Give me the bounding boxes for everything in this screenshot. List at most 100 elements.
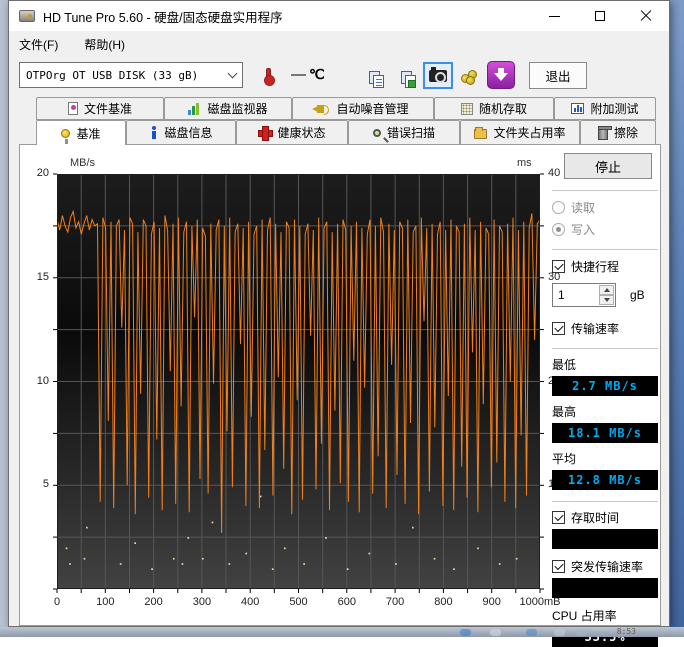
exit-button[interactable]: 退出 (529, 62, 587, 89)
minimize-button[interactable] (531, 1, 577, 31)
short-stroke-unit: gB (630, 288, 645, 302)
taskbar: 8:53 (0, 627, 684, 637)
copy-image-button[interactable] (391, 62, 421, 89)
tab-disk-info[interactable]: 磁盘信息 (126, 120, 236, 144)
average-display: 12.8 MB/s (552, 470, 658, 490)
maximum-label: 最高 (552, 403, 658, 420)
tab-label: 磁盘信息 (164, 124, 212, 141)
random-access-icon (461, 103, 473, 115)
transfer-rate-label: 传输速率 (571, 320, 619, 337)
menu-file[interactable]: 文件(F) (19, 36, 58, 53)
extra-tests-icon (571, 103, 584, 114)
tab-disk-monitor[interactable]: 磁盘监视器 (164, 97, 292, 120)
x-tick: 400 (225, 596, 275, 608)
tab-label: 错误扫描 (387, 124, 435, 141)
x-tick: 0 (32, 596, 82, 608)
spinner-up-button[interactable] (599, 285, 614, 295)
separator (552, 190, 658, 191)
red-cross-icon (258, 126, 271, 139)
burst-rate-checkbox[interactable] (552, 560, 565, 573)
spinner-down-button[interactable] (599, 295, 614, 305)
tab-label: 文件夹占用率 (493, 124, 565, 141)
write-radio-label: 写入 (571, 221, 595, 238)
write-radio[interactable] (552, 223, 565, 236)
separator (552, 348, 658, 349)
tab-file-benchmark[interactable]: 文件基准 (36, 97, 164, 120)
minimum-display: 2.7 MB/s (552, 376, 658, 396)
tab-error-scan[interactable]: 错误扫描 (348, 120, 460, 144)
close-button[interactable] (623, 1, 669, 31)
info-icon (149, 126, 158, 139)
speaker-icon (317, 105, 324, 113)
tab-label: 文件基准 (84, 100, 132, 117)
tab-random-access[interactable]: 随机存取 (434, 97, 554, 120)
maximize-button[interactable] (577, 1, 623, 31)
tab-erase[interactable]: 擦除 (580, 120, 656, 144)
x-tick: 600 (322, 596, 372, 608)
separator (552, 501, 658, 502)
app-window: HD Tune Pro 5.60 - 硬盘/固态硬盘实用程序 文件(F) 帮助(… (8, 0, 670, 627)
read-radio-label: 读取 (571, 199, 595, 216)
x-tick: 200 (129, 596, 179, 608)
x-tick: 100 (80, 596, 130, 608)
screenshot-button[interactable] (423, 62, 453, 89)
donate-coins-icon (461, 68, 479, 84)
taskbar-icon[interactable] (526, 629, 537, 636)
tab-benchmark[interactable]: 基准 (36, 120, 126, 145)
tab-label: 基准 (76, 125, 100, 142)
taskbar-icon[interactable] (576, 629, 587, 636)
average-label: 平均 (552, 450, 658, 467)
tab-label: 自动噪音管理 (336, 100, 408, 117)
temperature-button[interactable] (255, 62, 281, 88)
short-stroke-size-input[interactable]: 1 (552, 283, 616, 307)
taskbar-icon[interactable] (490, 629, 501, 636)
short-stroke-label: 快捷行程 (571, 258, 619, 275)
access-time-label: 存取时间 (571, 509, 619, 526)
folder-icon (474, 129, 487, 139)
short-stroke-checkbox[interactable] (552, 260, 565, 273)
x-tick: 900 (467, 596, 517, 608)
short-stroke-size-value: 1 (553, 288, 565, 302)
app-icon (19, 10, 35, 22)
tab-label: 磁盘监视器 (207, 100, 267, 117)
menu-help[interactable]: 帮助(H) (84, 36, 125, 53)
y-left-tick: 10 (37, 375, 49, 387)
close-icon (640, 10, 652, 22)
save-results-button[interactable] (487, 61, 515, 89)
y-left-axis-label: MB/s (70, 157, 95, 169)
access-time-checkbox[interactable] (552, 511, 565, 524)
minimize-icon (549, 16, 560, 17)
tab-folder-usage[interactable]: 文件夹占用率 (460, 120, 580, 144)
y-left-tick: 15 (37, 271, 49, 283)
desktop: HD Tune Pro 5.60 - 硬盘/固态硬盘实用程序 文件(F) 帮助(… (0, 0, 684, 637)
stop-button[interactable]: 停止 (564, 153, 652, 179)
tab-health-status[interactable]: 健康状态 (236, 120, 348, 144)
temperature-unit: ℃ (309, 66, 325, 83)
copy-text-button[interactable] (359, 62, 389, 89)
donate-button[interactable] (455, 62, 485, 89)
thermometer-icon (266, 68, 271, 83)
x-tick: 500 (274, 596, 324, 608)
tab-noise-management[interactable]: 自动噪音管理 (292, 97, 434, 120)
temperature-value: — (291, 66, 306, 83)
tab-row-1: 文件基准 磁盘监视器 自动噪音管理 随机存取 附加测试 (36, 97, 656, 120)
tab-label: 随机存取 (479, 100, 527, 117)
read-radio[interactable] (552, 201, 565, 214)
minimum-label: 最低 (552, 356, 658, 373)
separator (552, 249, 658, 250)
copy-image-icon (395, 67, 417, 85)
menubar: 文件(F) 帮助(H) (9, 31, 669, 57)
taskbar-icon[interactable] (554, 629, 565, 636)
access-time-display (552, 529, 658, 549)
drive-select-dropdown[interactable]: OTPOrg OT USB DISK (33 gB) (19, 62, 243, 88)
tab-extra-tests[interactable]: 附加测试 (554, 97, 656, 120)
taskbar-icon[interactable] (460, 629, 471, 636)
benchmark-plot (57, 174, 540, 589)
trash-icon (598, 128, 608, 140)
disk-monitor-icon (188, 103, 201, 115)
y-right-axis-label: ms (517, 157, 532, 169)
x-tick: 800 (418, 596, 468, 608)
desktop-wallpaper-strip (668, 0, 684, 637)
transfer-rate-checkbox[interactable] (552, 322, 565, 335)
y-left-tick: 20 (37, 167, 49, 179)
